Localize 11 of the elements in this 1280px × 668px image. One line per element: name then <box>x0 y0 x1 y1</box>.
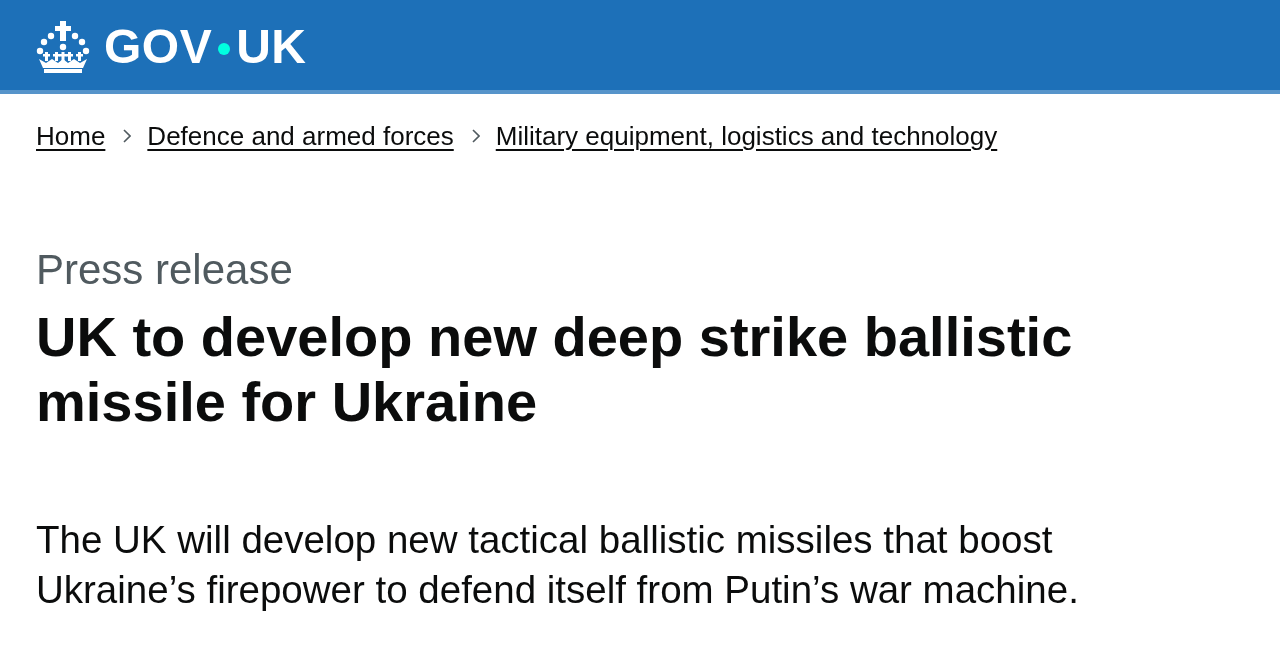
chevron-icon <box>123 129 132 143</box>
lead-paragraph: The UK will develop new tactical ballistic missiles that boost Ukraine’s firepower to defend itself from Putin’s war machine. <box>36 517 1080 613</box>
logo-link[interactable]: GOV UK <box>36 21 307 73</box>
chevron-icon <box>471 129 480 143</box>
breadcrumb-link[interactable]: Military equipment, logistics and technology <box>495 120 998 152</box>
page-caption: Press release <box>36 247 293 293</box>
breadcrumb-link[interactable]: Home <box>36 120 106 152</box>
page-title: UK to develop new deep strike ballistic missile for Ukraine <box>36 304 1074 434</box>
crown-icon <box>36 21 90 73</box>
breadcrumb-link[interactable]: Defence and armed forces <box>147 120 454 152</box>
dot-icon <box>218 43 231 55</box>
